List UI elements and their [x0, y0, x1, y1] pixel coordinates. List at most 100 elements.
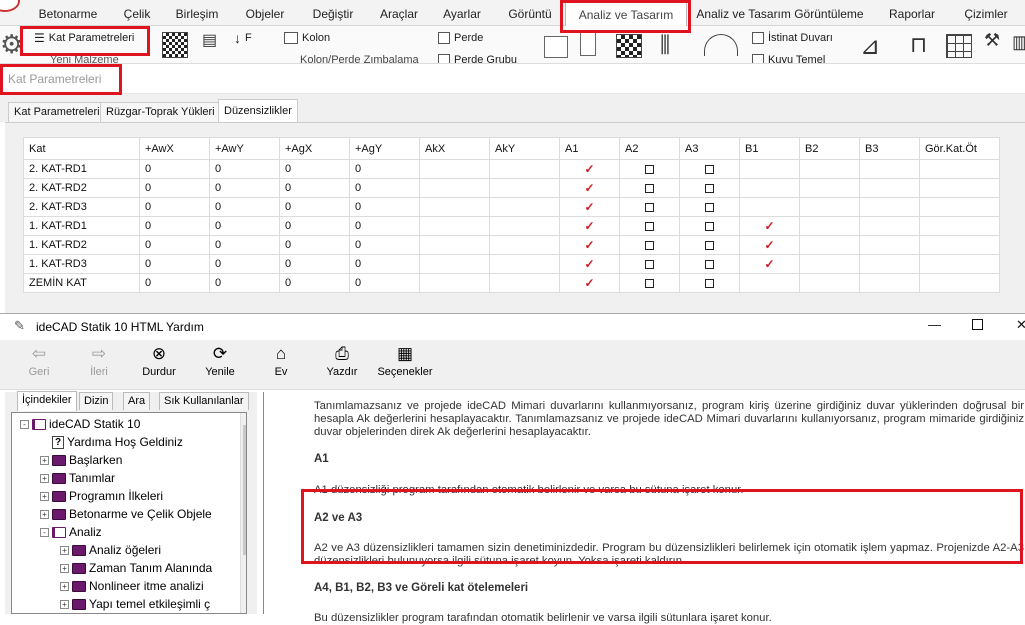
- b2-cell[interactable]: [799, 254, 860, 274]
- a2-cell[interactable]: [619, 159, 680, 179]
- b2-cell[interactable]: [799, 235, 860, 255]
- a3-cell[interactable]: [679, 159, 740, 179]
- value-cell[interactable]: 0: [139, 159, 210, 179]
- tab-ara[interactable]: Ara: [123, 392, 151, 410]
- a3-cell[interactable]: [679, 235, 740, 255]
- close-icon[interactable]: ✕: [1016, 317, 1025, 333]
- tree-item[interactable]: + Nonlineer itme analizi: [60, 579, 204, 593]
- tree-item[interactable]: + Zaman Tanım Alanında: [60, 561, 212, 575]
- b3-cell[interactable]: [859, 235, 920, 255]
- column-header[interactable]: +AgY: [349, 137, 420, 160]
- value-cell[interactable]: 0: [139, 235, 210, 255]
- expand-icon[interactable]: +: [60, 545, 69, 555]
- checkbox[interactable]: [705, 278, 714, 288]
- gor-kat-ot-cell[interactable]: [919, 159, 1000, 179]
- table-icon[interactable]: ▤: [202, 30, 217, 50]
- tree-item[interactable]: - Analiz: [40, 525, 102, 539]
- tab-duzensizlikler[interactable]: Düzensizlikler: [218, 99, 298, 122]
- shape-icon[interactable]: [544, 36, 568, 58]
- menu-raporlar[interactable]: Raporlar: [880, 0, 944, 26]
- gor-kat-ot-cell[interactable]: [919, 273, 1000, 293]
- options-button[interactable]: ▦ Seçenekler: [376, 344, 434, 378]
- checkbox[interactable]: [645, 278, 654, 288]
- a2-cell[interactable]: [619, 216, 680, 236]
- tree-scrollbar[interactable]: [240, 413, 246, 613]
- tree-item[interactable]: + Analiz öğeleri: [60, 543, 161, 557]
- print-button[interactable]: ⎙ Yazdır: [317, 344, 367, 378]
- checkbox[interactable]: [645, 221, 654, 231]
- checkbox[interactable]: [705, 221, 714, 231]
- value-cell[interactable]: 0: [349, 178, 420, 198]
- column-header[interactable]: A3: [679, 137, 740, 160]
- gear-icon[interactable]: ⚙: [0, 30, 23, 60]
- value-cell[interactable]: 0: [139, 197, 210, 217]
- floor-name-cell[interactable]: 2. KAT-RD3: [23, 197, 140, 217]
- scrollbar-thumb[interactable]: [243, 425, 246, 555]
- value-cell[interactable]: 0: [279, 159, 350, 179]
- menu-objeler[interactable]: Objeler: [236, 0, 294, 26]
- menu-analiz-ve-tasarim[interactable]: Analiz ve Tasarım: [565, 0, 687, 26]
- b2-cell[interactable]: [799, 159, 860, 179]
- value-cell[interactable]: 0: [139, 273, 210, 293]
- grid-icon[interactable]: [946, 34, 972, 58]
- expand-icon[interactable]: +: [60, 563, 69, 573]
- column-header[interactable]: A2: [619, 137, 680, 160]
- value-cell[interactable]: [419, 159, 490, 179]
- tree-item[interactable]: + Tanımlar: [40, 471, 115, 485]
- value-cell[interactable]: [489, 273, 560, 293]
- column-header[interactable]: +AwX: [139, 137, 210, 160]
- a2-cell[interactable]: [619, 197, 680, 217]
- a1-cell[interactable]: ✓: [559, 159, 620, 179]
- a1-cell[interactable]: ✓: [559, 197, 620, 217]
- tree-item[interactable]: - ideCAD Statik 10: [20, 417, 140, 431]
- column-header[interactable]: B3: [859, 137, 920, 160]
- value-cell[interactable]: 0: [349, 216, 420, 236]
- menu-birlesim[interactable]: Birleşim: [168, 0, 226, 26]
- collapse-icon[interactable]: -: [20, 419, 29, 429]
- value-cell[interactable]: 0: [139, 254, 210, 274]
- b1-cell[interactable]: ✓: [739, 254, 800, 274]
- tool-icon[interactable]: ⚒: [984, 30, 1000, 51]
- a1-cell[interactable]: ✓: [559, 254, 620, 274]
- value-cell[interactable]: [419, 216, 490, 236]
- b1-cell[interactable]: [739, 197, 800, 217]
- floor-name-cell[interactable]: 2. KAT-RD2: [23, 178, 140, 198]
- value-cell[interactable]: 0: [209, 216, 280, 236]
- tab-ruzgar-toprak[interactable]: Rüzgar-Toprak Yükleri: [100, 102, 221, 122]
- a1-cell[interactable]: ✓: [559, 273, 620, 293]
- tab-kat-parametreleri[interactable]: Kat Parametreleri: [8, 102, 106, 122]
- more-icon[interactable]: ▥: [1012, 32, 1025, 53]
- column-header[interactable]: B2: [799, 137, 860, 160]
- collapse-icon[interactable]: -: [40, 527, 49, 537]
- expand-icon[interactable]: +: [40, 473, 49, 483]
- app-logo-icon[interactable]: [0, 0, 20, 12]
- column-header[interactable]: AkX: [419, 137, 490, 160]
- tree-item[interactable]: + Programın İlkeleri: [40, 489, 163, 503]
- a3-cell[interactable]: [679, 254, 740, 274]
- value-cell[interactable]: 0: [279, 235, 350, 255]
- floor-name-cell[interactable]: 1. KAT-RD1: [23, 216, 140, 236]
- tree-item[interactable]: ? Yardıma Hoş Geldiniz: [40, 435, 183, 449]
- menu-araclar[interactable]: Araçlar: [372, 0, 426, 26]
- b3-cell[interactable]: [859, 197, 920, 217]
- column-header[interactable]: Gör.Kat.Öt: [919, 137, 1000, 160]
- b1-cell[interactable]: ✓: [739, 216, 800, 236]
- menu-goruntu[interactable]: Görüntü: [500, 0, 560, 26]
- beam-icon[interactable]: [580, 32, 596, 56]
- kolon-button[interactable]: Kolon: [284, 32, 330, 44]
- checkbox[interactable]: [645, 164, 654, 174]
- gor-kat-ot-cell[interactable]: [919, 178, 1000, 198]
- column-header[interactable]: Kat: [23, 137, 140, 160]
- value-cell[interactable]: [419, 197, 490, 217]
- expand-icon[interactable]: +: [60, 599, 69, 609]
- value-cell[interactable]: [489, 197, 560, 217]
- value-cell[interactable]: [489, 235, 560, 255]
- value-cell[interactable]: 0: [209, 197, 280, 217]
- value-cell[interactable]: [489, 216, 560, 236]
- a3-cell[interactable]: [679, 216, 740, 236]
- expand-icon[interactable]: +: [60, 581, 69, 591]
- tree-item[interactable]: + Başlarken: [40, 453, 122, 467]
- value-cell[interactable]: [419, 235, 490, 255]
- istinat-duvari-button[interactable]: İstinat Duvarı: [752, 32, 833, 44]
- value-cell[interactable]: [489, 178, 560, 198]
